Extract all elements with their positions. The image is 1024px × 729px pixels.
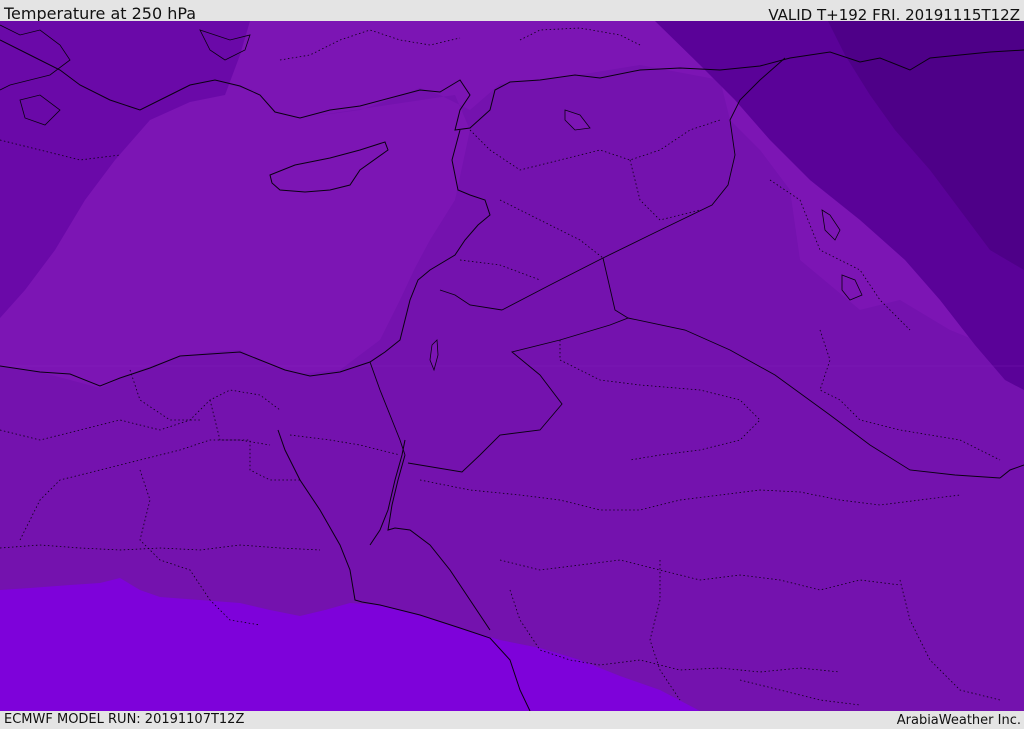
model-run-label: ECMWF MODEL RUN: 20191107T12Z [4, 712, 245, 727]
credit-label: ArabiaWeather Inc. [896, 713, 1021, 728]
footer-bar: ECMWF MODEL RUN: 20191107T12Z ArabiaWeat… [0, 711, 1024, 729]
temperature-map [0, 21, 1024, 711]
header-bar: Temperature at 250 hPa VALID T+192 FRI. … [0, 0, 1024, 24]
